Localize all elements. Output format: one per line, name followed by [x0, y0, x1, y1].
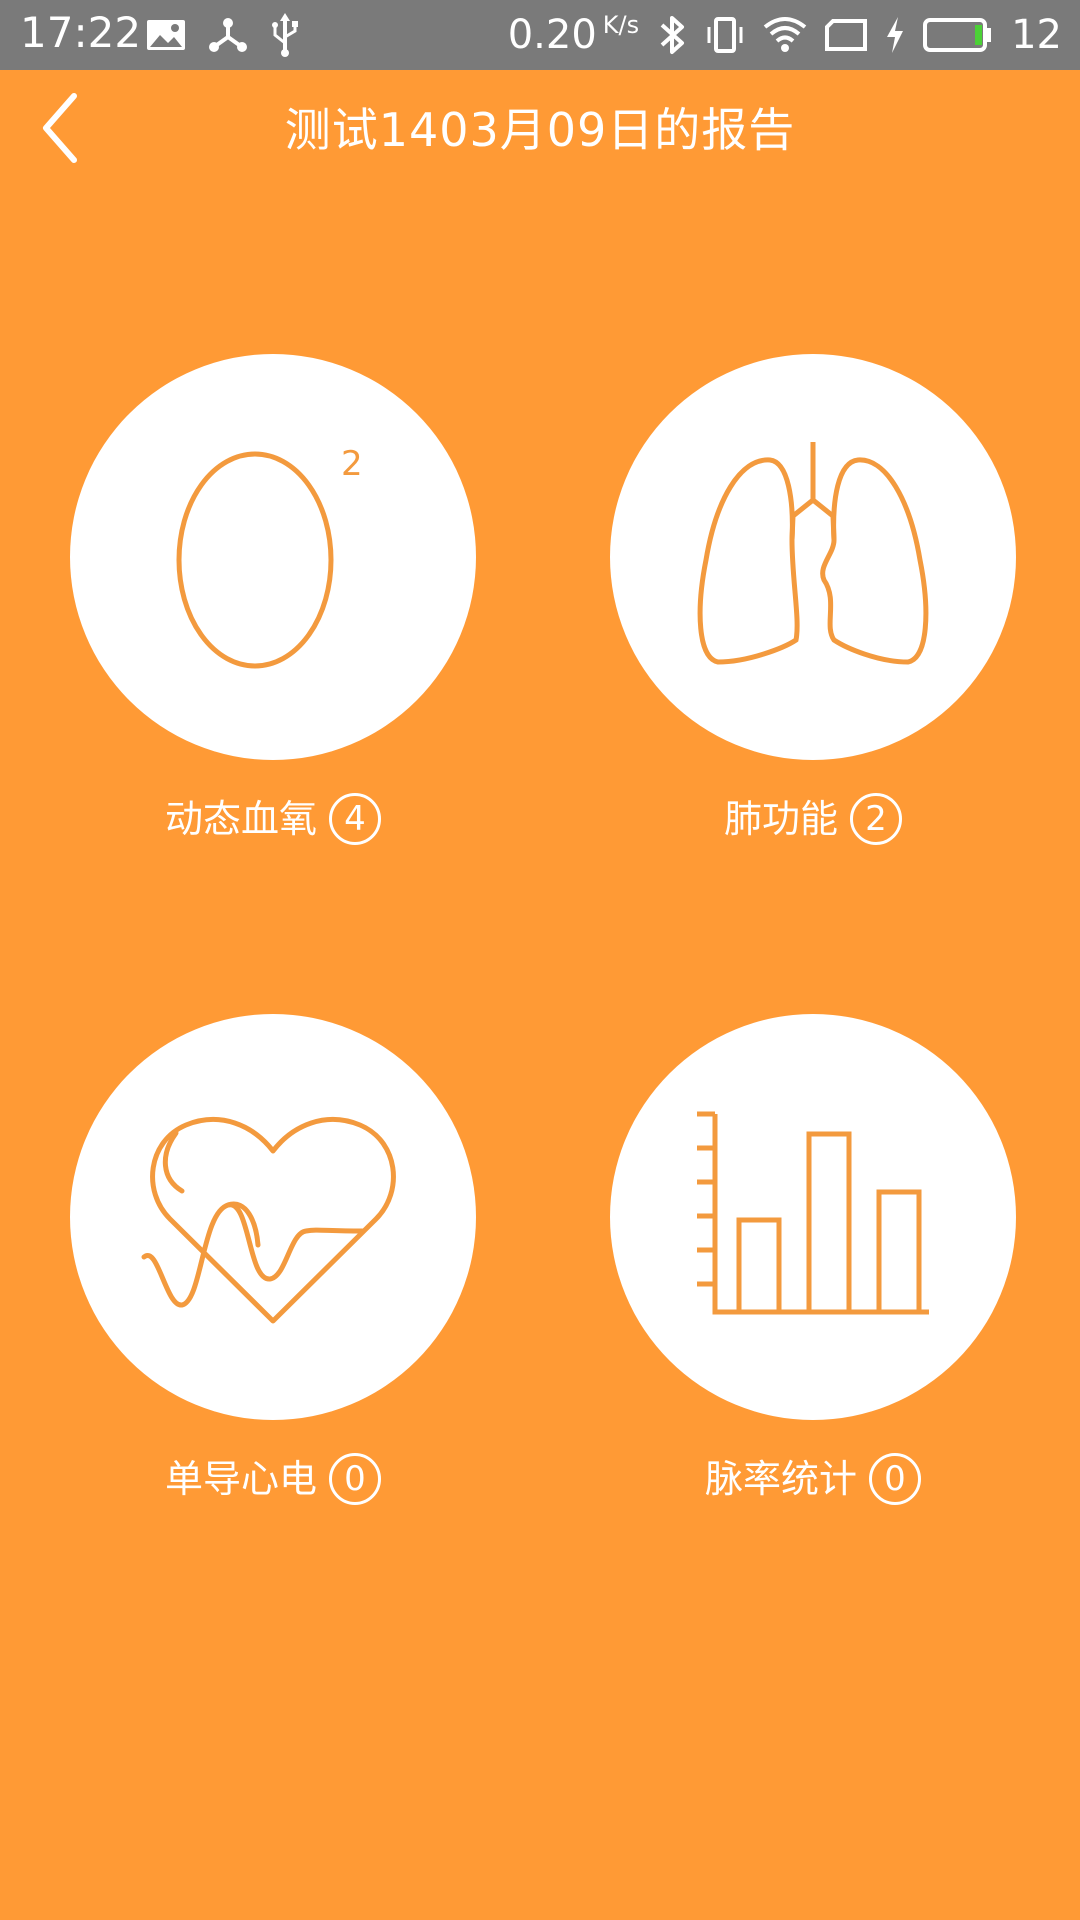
wifi-icon: [763, 15, 807, 55]
tile-lung-function[interactable]: 肺功能 2: [603, 354, 1023, 874]
network-speed: 0.20 K/s: [508, 10, 639, 60]
oxygen-icon: 2: [173, 435, 373, 679]
tile-pulse-rate-statistics[interactable]: 脉率统计 0: [603, 1014, 1023, 1534]
tile-circle[interactable]: [610, 354, 1016, 760]
charging-icon: [885, 17, 905, 53]
tile-label-row: 动态血氧 4: [63, 784, 483, 854]
tile-circle[interactable]: [70, 1014, 476, 1420]
tile-single-lead-ecg[interactable]: 单导心电 0: [63, 1014, 483, 1534]
svg-text:2: 2: [341, 444, 363, 484]
tile-count-badge: 0: [869, 1453, 921, 1505]
lung-icon: [688, 440, 938, 674]
status-left-icons: [146, 12, 300, 58]
tile-label: 单导心电: [164, 1457, 317, 1501]
bar-chart-icon: [693, 1110, 933, 1324]
chevron-left-icon: [40, 92, 80, 168]
sim-icon: [825, 19, 868, 51]
tile-label: 动态血氧: [164, 797, 317, 841]
share-icon: [208, 15, 248, 55]
page-title: 测试1403月09日的报告: [284, 103, 796, 157]
tile-dynamic-blood-oxygen[interactable]: 2 动态血氧 4: [63, 354, 483, 874]
tile-label-row: 单导心电 0: [63, 1444, 483, 1514]
tile-label-row: 肺功能 2: [603, 784, 1023, 854]
vibrate-icon: [705, 15, 745, 55]
back-button[interactable]: [20, 86, 100, 174]
network-speed-unit: K/s: [602, 11, 640, 39]
tile-count-badge: 2: [850, 793, 902, 845]
status-right: 0.20 K/s 12: [508, 10, 1062, 60]
network-speed-value: 0.20: [507, 12, 597, 58]
tile-label: 肺功能: [723, 797, 838, 841]
tile-label-row: 脉率统计 0: [603, 1444, 1023, 1514]
app-header: 测试1403月09日的报告: [0, 70, 1080, 190]
battery-level: 12: [1011, 12, 1062, 58]
battery-icon: [923, 18, 993, 52]
bluetooth-icon: [657, 14, 687, 56]
status-time: 17:22: [20, 8, 142, 57]
image-icon: [146, 19, 186, 51]
tile-count-badge: 4: [329, 793, 381, 845]
tile-circle[interactable]: [610, 1014, 1016, 1420]
tile-count-badge: 0: [329, 1453, 381, 1505]
status-bar: 17:22 0.20 K/s 12: [0, 0, 1080, 70]
tile-circle[interactable]: 2: [70, 354, 476, 760]
tile-label: 脉率统计: [704, 1457, 857, 1501]
heart-ecg-icon: [138, 1095, 408, 1339]
usb-icon: [270, 13, 300, 57]
